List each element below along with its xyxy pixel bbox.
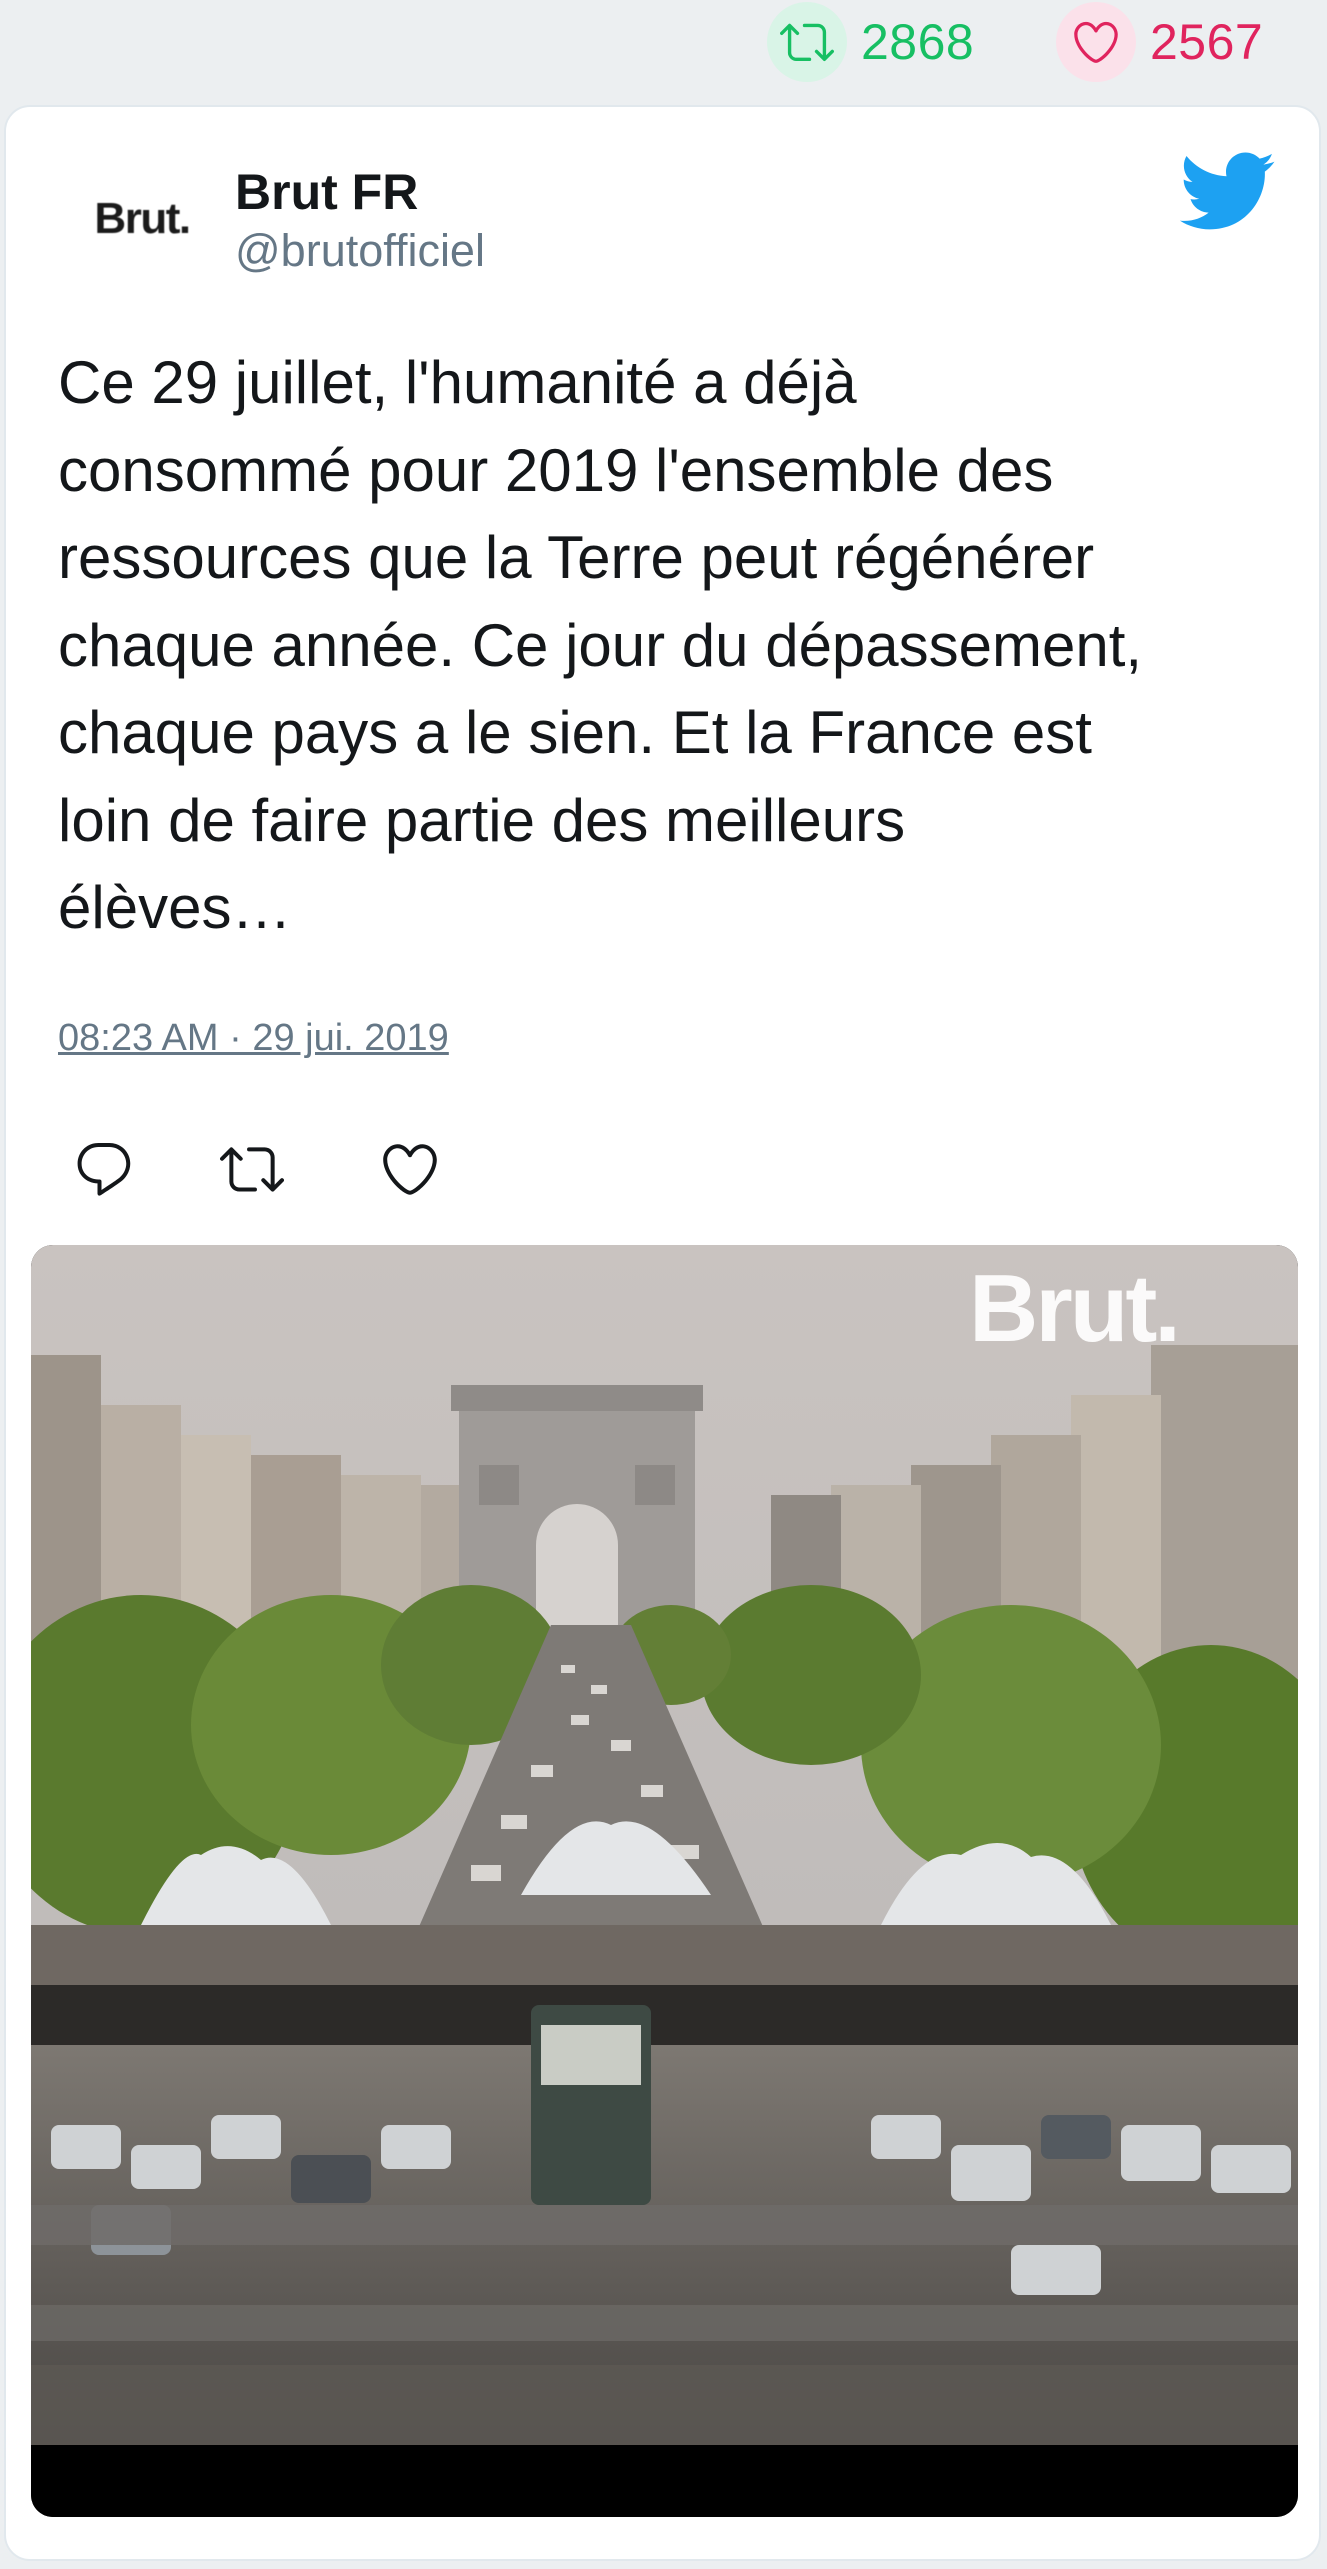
- avatar-logo-text: Brut.: [94, 194, 191, 243]
- author-name[interactable]: Brut FR: [235, 163, 418, 221]
- overpass: [31, 1925, 1298, 1985]
- heart-icon[interactable]: [378, 1137, 442, 1201]
- heart-icon: [1056, 2, 1136, 82]
- brut-watermark: Brut.: [969, 1255, 1178, 1362]
- like-count-value: 2567: [1150, 14, 1264, 70]
- like-count[interactable]: 2567: [1056, 2, 1264, 82]
- railings: [31, 2205, 1298, 2445]
- reply-icon[interactable]: [72, 1137, 136, 1201]
- retweet-icon: [767, 2, 847, 82]
- tweet-video[interactable]: Brut.: [31, 1245, 1298, 2517]
- retweet-icon[interactable]: [220, 1137, 284, 1201]
- avatar[interactable]: Brut.: [50, 164, 234, 274]
- tunnel-shadow: [31, 1985, 1298, 2045]
- engagement-stats: 2868 2567: [0, 0, 1327, 96]
- retweet-count[interactable]: 2868: [767, 2, 975, 82]
- twitter-bird-icon[interactable]: [1176, 149, 1276, 233]
- letterbox-bar: [31, 2445, 1298, 2517]
- tweet-card: Brut. Brut FR @brutofficiel Ce 29 juille…: [4, 105, 1321, 2561]
- retweet-count-value: 2868: [861, 14, 975, 70]
- tweet-actions: [6, 1137, 1319, 1217]
- video-frame: Brut.: [31, 1245, 1298, 2517]
- author-handle[interactable]: @brutofficiel: [235, 225, 485, 277]
- tweet-timestamp[interactable]: 08:23 AM · 29 jui. 2019: [58, 1017, 449, 1060]
- tweet-text: Ce 29 juillet, l'humanité a déjà consomm…: [58, 349, 1143, 941]
